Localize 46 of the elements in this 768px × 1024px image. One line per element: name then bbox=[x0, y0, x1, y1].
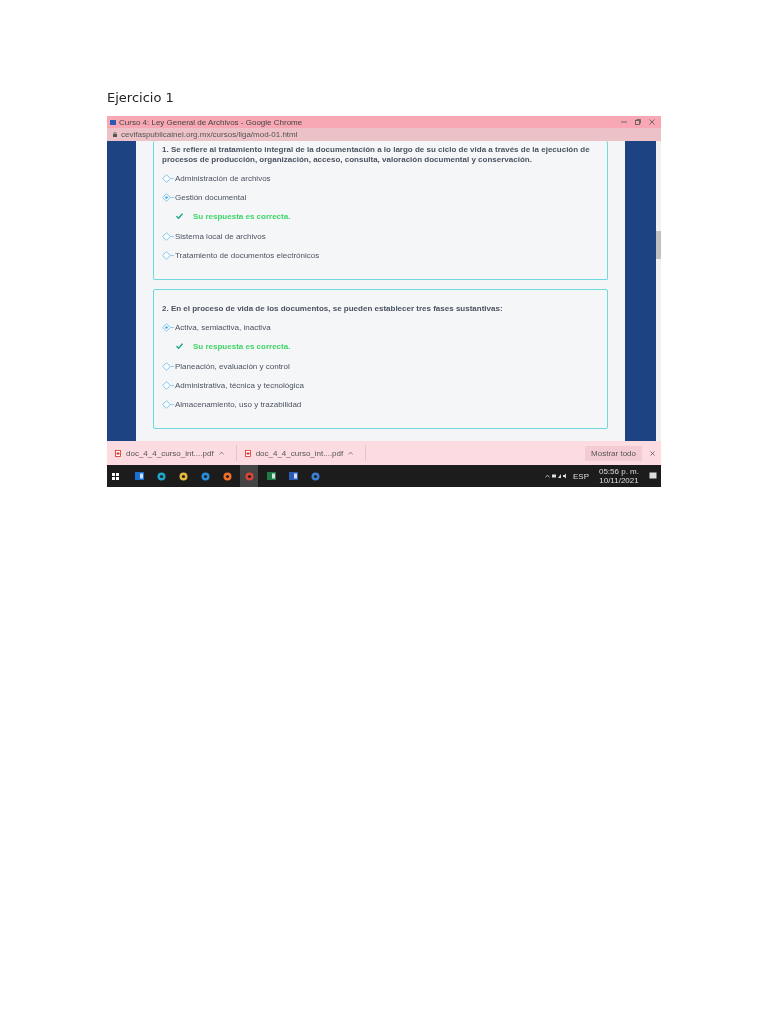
address-bar[interactable]: cevifaspublicainei.org.mx/cursos/liga/mod-01.html bbox=[107, 128, 661, 141]
feedback-text: Su respuesta es correcta. bbox=[193, 341, 291, 351]
window-title: Curso 4: Ley General de Archivos - Google Chrome bbox=[119, 117, 303, 127]
radio-button[interactable] bbox=[162, 173, 174, 183]
close-icon[interactable] bbox=[650, 450, 655, 456]
option-label[interactable]: Planeación, evaluación y control bbox=[175, 361, 290, 371]
question-text: 2. En el proceso de vida de los documentos, se pueden establecer tres fases sustantivas: bbox=[162, 304, 504, 314]
option-label[interactable]: Gestión documental bbox=[175, 192, 247, 202]
show-all-button[interactable]: Mostrar todo bbox=[585, 445, 642, 461]
radio-button[interactable] bbox=[162, 231, 174, 241]
caret-icon[interactable] bbox=[218, 451, 224, 455]
radio-button[interactable] bbox=[162, 322, 174, 332]
system-tray-icons[interactable] bbox=[544, 473, 567, 479]
clock-time[interactable]: 05:56 p. m. bbox=[598, 467, 639, 476]
option-label[interactable]: Activa, semiactiva, inactiva bbox=[175, 322, 271, 332]
lock-icon bbox=[113, 132, 117, 137]
download-filename[interactable]: doc_4_4_curso_int....pdf bbox=[255, 448, 344, 458]
caret-icon[interactable] bbox=[348, 451, 354, 455]
download-filename[interactable]: doc_4_4_curso_int....pdf bbox=[126, 448, 214, 458]
document-heading: Ejercicio 1 bbox=[107, 90, 175, 105]
close-icon[interactable] bbox=[649, 119, 655, 125]
radio-button[interactable] bbox=[162, 192, 174, 202]
question-text: 1. Se refiere al tratamiento integral de la documentación a lo largo de su ciclo de vida a través de la ejecución de procesos de producción, organización, acceso, consulta, valoración documental y conservación. bbox=[162, 145, 591, 165]
option-label[interactable]: Sistema local de archivos bbox=[175, 231, 266, 241]
option-label[interactable]: Administración de archivos bbox=[175, 173, 271, 183]
windows-start-icon[interactable] bbox=[112, 472, 119, 480]
page-icon bbox=[110, 119, 116, 125]
minimize-icon[interactable] bbox=[621, 119, 627, 125]
restore-icon[interactable] bbox=[635, 119, 641, 125]
radio-button[interactable] bbox=[162, 399, 174, 409]
option-label[interactable]: Tratamiento de documentos electrónicos bbox=[175, 250, 320, 260]
pdf-file-icon bbox=[244, 449, 251, 457]
option-label[interactable]: Administrativa, técnica y tecnológica bbox=[175, 380, 304, 390]
checkmark-icon bbox=[176, 343, 183, 349]
feedback-text: Su respuesta es correcta. bbox=[193, 211, 291, 221]
radio-button[interactable] bbox=[162, 361, 174, 371]
checkmark-icon bbox=[176, 213, 183, 219]
radio-button[interactable] bbox=[162, 250, 174, 260]
language-indicator[interactable]: ESP bbox=[572, 471, 589, 481]
url-text: cevifaspublicainei.org.mx/cursos/liga/mod-01.html bbox=[121, 130, 298, 139]
clock-date[interactable]: 10/11/2021 bbox=[599, 476, 639, 485]
option-label[interactable]: Almacenamiento, uso y trazabilidad bbox=[175, 399, 302, 409]
scrollbar[interactable] bbox=[656, 141, 661, 441]
pdf-file-icon bbox=[115, 449, 121, 457]
radio-button[interactable] bbox=[162, 380, 174, 390]
notification-icon[interactable] bbox=[649, 472, 657, 480]
